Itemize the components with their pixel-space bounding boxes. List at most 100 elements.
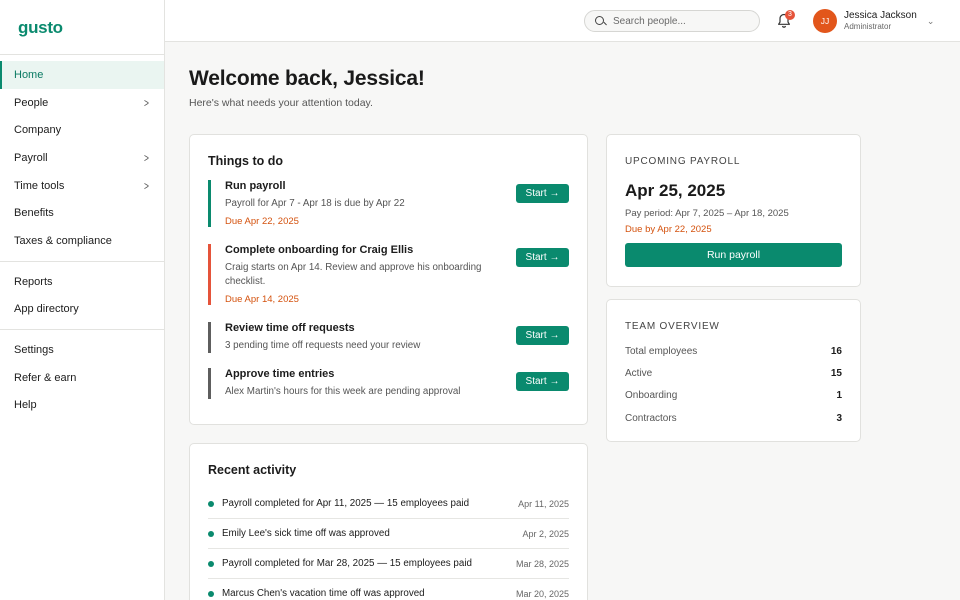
- sidebar-item-home[interactable]: Home: [0, 61, 164, 89]
- user-info: Jessica Jackson Administrator: [844, 10, 917, 32]
- activity-date: Mar 28, 2025: [515, 558, 569, 569]
- activity-row[interactable]: Emily Lee's sick time off was approved A…: [208, 519, 569, 549]
- todo-description: Payroll for Apr 7 - Apr 18 is due by Apr…: [225, 198, 405, 209]
- sidebar-item-company[interactable]: Company: [0, 116, 164, 144]
- stat-value: 15: [830, 367, 842, 379]
- sidebar: gusto Home People > Company Payroll > Time…: [0, 0, 165, 600]
- sidebar-item-time-tools[interactable]: Time tools >: [0, 172, 164, 200]
- top-bar: 3 JJ Jessica Jackson Administrator ⌄: [165, 0, 960, 42]
- team-stat-row: Contractors 3: [625, 407, 842, 429]
- status-dot-icon: [208, 560, 214, 567]
- todo-item-run-payroll: Run payroll Payroll for Apr 7 - Apr 18 i…: [208, 180, 569, 227]
- sidebar-item-app-directory[interactable]: App directory: [0, 296, 164, 324]
- sidebar-item-label: People: [14, 96, 49, 109]
- start-button[interactable]: Start →: [516, 184, 569, 203]
- card-eyebrow: Upcoming payroll: [625, 156, 741, 167]
- search-box[interactable]: [584, 10, 760, 32]
- activity-date: Mar 20, 2025: [515, 588, 569, 599]
- upcoming-payroll-card: Upcoming payroll Apr 25, 2025 Pay period…: [606, 134, 861, 287]
- sidebar-item-label: Settings: [14, 344, 54, 357]
- chevron-down-icon: ⌄: [926, 15, 935, 26]
- sidebar-item-taxes[interactable]: Taxes & compliance: [0, 227, 164, 255]
- activity-row[interactable]: Payroll completed for Mar 28, 2025 — 15 …: [208, 549, 569, 579]
- activity-text: Payroll completed for Apr 11, 2025 — 15 …: [222, 498, 470, 509]
- sidebar-item-label: Payroll: [14, 151, 48, 164]
- todo-description: Alex Martin's hours for this week are pe…: [225, 386, 461, 397]
- sidebar-item-label: Taxes & compliance: [14, 234, 112, 247]
- things-to-do-card: Things to do Run payroll Payroll for Apr…: [189, 134, 588, 425]
- sidebar-item-reports[interactable]: Reports: [0, 268, 164, 296]
- recent-activity-card: Recent activity Payroll completed for Ap…: [189, 443, 588, 600]
- user-role: Administrator: [844, 22, 892, 31]
- status-dot-icon: [208, 590, 214, 597]
- todo-description: 3 pending time off requests need your re…: [225, 340, 421, 351]
- activity-text: Emily Lee's sick time off was approved: [222, 528, 390, 539]
- chevron-right-icon: >: [144, 150, 149, 165]
- notifications-button[interactable]: 3: [777, 10, 795, 29]
- chevron-right-icon: >: [144, 178, 149, 193]
- avatar: JJ: [813, 9, 837, 33]
- page-title: Welcome back, Jessica!: [189, 67, 425, 90]
- notification-badge: 3: [785, 10, 795, 20]
- user-menu[interactable]: JJ Jessica Jackson Administrator ⌄: [813, 9, 934, 33]
- sidebar-item-refer[interactable]: Refer & earn: [0, 364, 164, 392]
- nav-group-tools: Reports App directory: [0, 262, 164, 331]
- sidebar-item-help[interactable]: Help: [0, 392, 164, 420]
- todo-due-date: Due Apr 22, 2025: [225, 216, 299, 227]
- user-name: Jessica Jackson: [844, 10, 917, 21]
- todo-item-time-entries: Approve time entries Alex Martin's hours…: [208, 368, 569, 399]
- team-overview-card: Team overview Total employees 16 Active 15…: [606, 299, 861, 442]
- sidebar-item-label: Home: [14, 68, 44, 81]
- sidebar-item-payroll[interactable]: Payroll >: [0, 144, 164, 172]
- activity-row[interactable]: Payroll completed for Apr 11, 2025 — 15 …: [208, 489, 569, 519]
- start-button[interactable]: Start →: [516, 372, 569, 391]
- stat-label: Contractors: [625, 412, 677, 424]
- sidebar-item-benefits[interactable]: Benefits: [0, 199, 164, 227]
- status-dot-icon: [208, 530, 214, 537]
- sidebar-item-settings[interactable]: Settings: [0, 336, 164, 364]
- activity-text: Marcus Chen's vacation time off was appr…: [222, 588, 425, 599]
- stat-label: Active: [625, 367, 653, 379]
- activity-date: Apr 11, 2025: [518, 498, 569, 509]
- activity-date: Apr 2, 2025: [522, 528, 569, 539]
- search-icon: [595, 15, 606, 27]
- payroll-date: Apr 25, 2025: [625, 181, 726, 200]
- team-stat-row: Total employees 16: [625, 340, 842, 362]
- gusto-logo[interactable]: gusto: [0, 0, 164, 55]
- page-subtitle: Here's what needs your attention today.: [189, 97, 373, 109]
- payroll-due-date: Due by Apr 22, 2025: [625, 224, 712, 235]
- stat-label: Onboarding: [625, 390, 678, 402]
- stat-value: 3: [836, 412, 842, 424]
- activity-text: Payroll completed for Mar 28, 2025 — 15 …: [222, 558, 472, 569]
- team-stat-row: Active 15: [625, 362, 842, 384]
- status-dot-icon: [208, 500, 214, 507]
- todo-description: Craig starts on Apr 14. Review and appro…: [225, 262, 482, 287]
- nav-group-account: Settings Refer & earn Help: [0, 330, 164, 425]
- start-button[interactable]: Start →: [516, 326, 569, 345]
- stat-value: 1: [836, 390, 842, 402]
- stat-label: Total employees: [625, 345, 698, 357]
- todo-due-date: Due Apr 14, 2025: [225, 294, 299, 305]
- todo-item-onboarding: Complete onboarding for Craig Ellis Crai…: [208, 244, 569, 305]
- sidebar-item-label: Help: [14, 399, 37, 412]
- stat-value: 16: [830, 345, 842, 357]
- card-title: Things to do: [208, 154, 283, 168]
- sidebar-item-people[interactable]: People >: [0, 89, 164, 117]
- sidebar-item-label: App directory: [14, 303, 79, 316]
- pay-period: Pay period: Apr 7, 2025 – Apr 18, 2025: [625, 208, 789, 219]
- card-eyebrow: Team overview: [625, 321, 720, 332]
- sidebar-item-label: Reports: [14, 275, 53, 288]
- team-stat-row: Onboarding 1: [625, 385, 842, 407]
- activity-row[interactable]: Marcus Chen's vacation time off was appr…: [208, 579, 569, 600]
- sidebar-item-label: Refer & earn: [14, 371, 77, 384]
- nav-group-main: Home People > Company Payroll > Time tools…: [0, 55, 164, 262]
- chevron-right-icon: >: [144, 95, 149, 110]
- todo-item-time-off: Review time off requests 3 pending time …: [208, 322, 569, 353]
- sidebar-item-label: Benefits: [14, 207, 54, 220]
- card-title: Recent activity: [208, 463, 297, 477]
- sidebar-item-label: Company: [14, 124, 62, 137]
- search-input[interactable]: [613, 15, 753, 27]
- sidebar-item-label: Time tools: [14, 179, 65, 192]
- run-payroll-button[interactable]: Run payroll: [625, 243, 842, 267]
- start-button[interactable]: Start →: [516, 248, 569, 267]
